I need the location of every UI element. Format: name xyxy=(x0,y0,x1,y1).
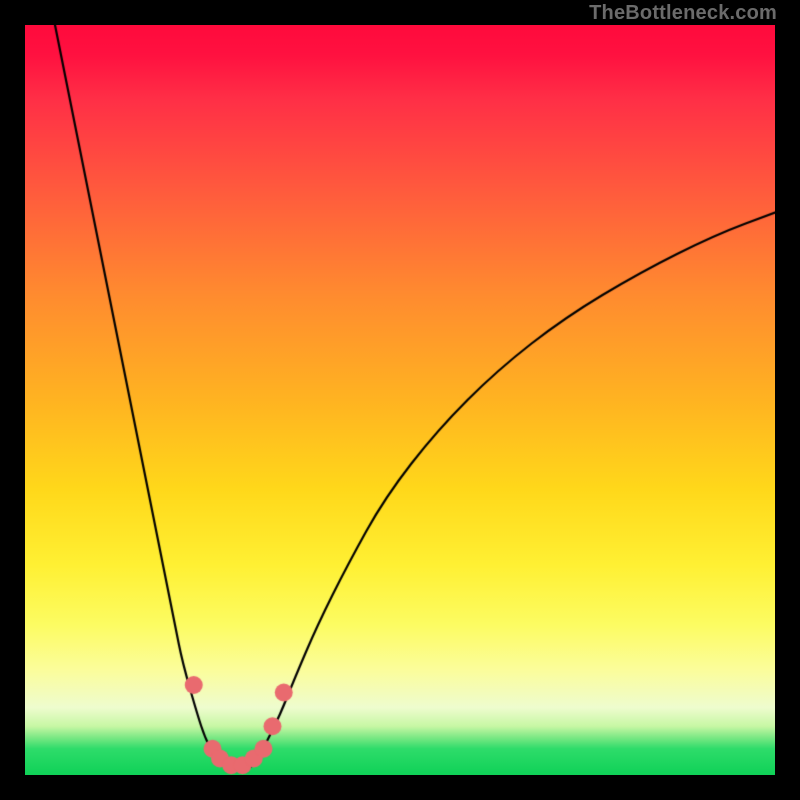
bottleneck-curve xyxy=(25,25,775,775)
attribution-text: TheBottleneck.com xyxy=(589,2,777,25)
chart-frame: TheBottleneck.com xyxy=(0,0,800,800)
plot-area xyxy=(25,25,775,775)
